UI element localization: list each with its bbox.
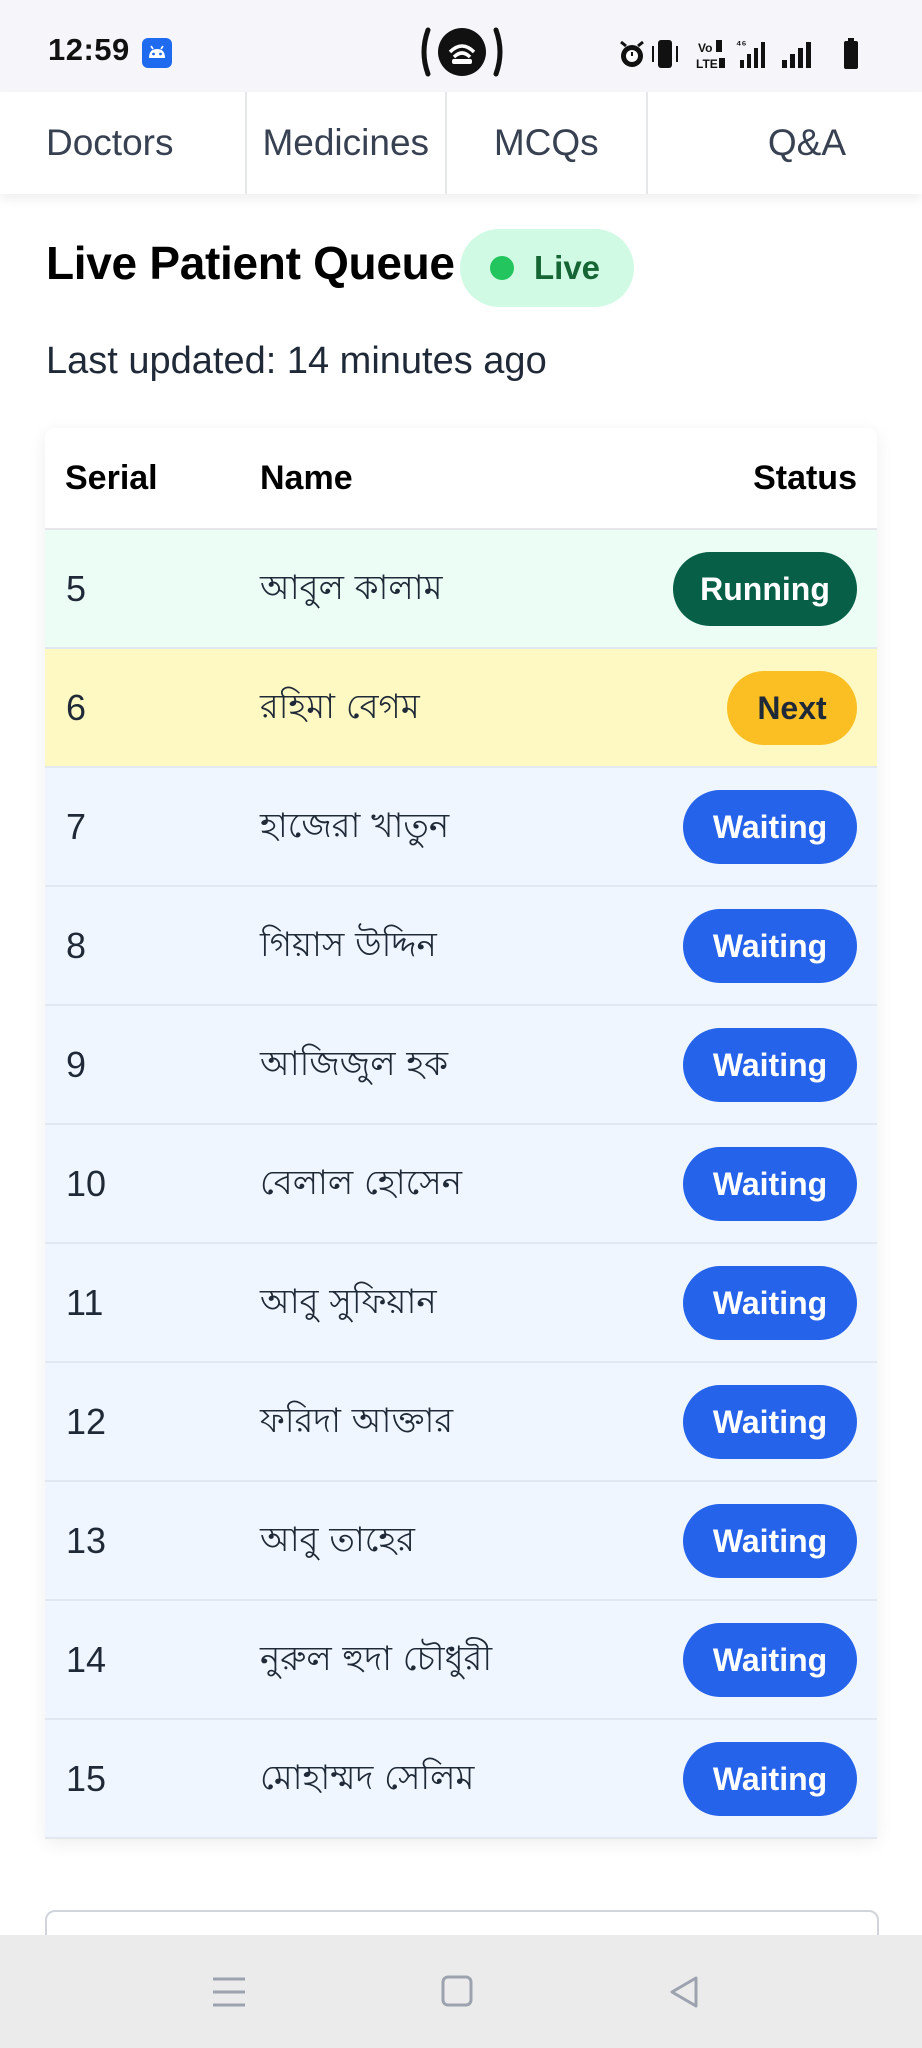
table-row: 8 গিয়াস উদ্দিন Waiting: [45, 887, 877, 1006]
row-patient-name: হাজেরা খাতুন: [260, 806, 450, 846]
system-status-icons: Vo LTE ⁴⁶: [620, 38, 858, 71]
volte-icon: Vo LTE: [696, 40, 725, 71]
table-row: 15 মোহাম্মদ সেলিম Waiting: [45, 1720, 877, 1839]
row-serial: 6: [66, 687, 87, 728]
row-patient-name: রহিমা বেগম: [260, 687, 420, 727]
row-serial: 14: [66, 1639, 107, 1680]
tab-doctors[interactable]: Doctors: [0, 92, 247, 194]
column-header-name: Name: [260, 458, 353, 497]
row-patient-name: আজিজুল হক: [260, 1044, 449, 1084]
system-nav-bar: [0, 1935, 922, 2048]
queue-table: Serial Name Status 5 আবুল কালাম Running 6 রহ…: [45, 428, 877, 1839]
tab-bar: Doctors Medicines MCQs Q&A: [0, 92, 922, 194]
row-serial: 10: [66, 1163, 107, 1204]
row-serial: 12: [66, 1401, 107, 1442]
battery-icon: [844, 38, 858, 69]
svg-text:Vo: Vo: [698, 41, 712, 55]
column-header-status: Status: [753, 458, 857, 497]
row-patient-name: বেলাল হোসেন: [260, 1163, 462, 1203]
live-label: Live: [534, 249, 601, 286]
table-row: 6 রহিমা বেগম Next: [45, 649, 877, 768]
table-row: 14 নুরুল হুদা চৌধুরী Waiting: [45, 1601, 877, 1720]
table-row: 13 আবু তাহের Waiting: [45, 1482, 877, 1601]
table-row: 11 আবু সুফিয়ান Waiting: [45, 1244, 877, 1363]
home-square-icon[interactable]: [441, 1975, 473, 2007]
status-badge-waiting[interactable]: Waiting: [683, 1147, 857, 1221]
row-patient-name: আবু সুফিয়ান: [260, 1282, 437, 1322]
row-serial: 7: [66, 806, 87, 847]
back-triangle-icon[interactable]: [668, 1975, 700, 2009]
status-badge-running[interactable]: Running: [673, 552, 857, 626]
row-serial: 13: [66, 1520, 107, 1561]
table-row: 9 আজিজুল হক Waiting: [45, 1006, 877, 1125]
row-serial: 15: [66, 1758, 107, 1799]
app-notification-icon: [142, 38, 172, 68]
status-badge-waiting[interactable]: Waiting: [683, 909, 857, 983]
row-patient-name: ফরিদা আক্তার: [260, 1401, 454, 1441]
status-badge-waiting[interactable]: Waiting: [683, 1623, 857, 1697]
menu-icon[interactable]: [212, 1976, 246, 2008]
row-serial: 11: [66, 1282, 104, 1323]
vibrate-icon: [652, 40, 678, 68]
status-time: 12:59: [48, 32, 130, 67]
status-bar: 12:59 Vo LTE ⁴⁶: [0, 0, 922, 92]
hotspot-icon: [421, 27, 503, 77]
row-serial: 9: [66, 1044, 87, 1085]
status-badge-waiting[interactable]: Waiting: [683, 1266, 857, 1340]
signal-4g-icon: ⁴⁶: [736, 39, 765, 68]
table-body: 5 আবুল কালাম Running 6 রহিমা বেগম Next 7 হাজেরা…: [45, 530, 877, 1839]
status-badge-waiting[interactable]: Waiting: [683, 1504, 857, 1578]
row-patient-name: নুরুল হুদা চৌধুরী: [260, 1639, 493, 1679]
table-row: 10 বেলাল হোসেন Waiting: [45, 1125, 877, 1244]
page-title: Live Patient Queue: [46, 237, 455, 289]
table-row: 7 হাজেরা খাতুন Waiting: [45, 768, 877, 887]
row-serial: 8: [66, 925, 87, 966]
status-badge-waiting[interactable]: Waiting: [683, 790, 857, 864]
tab-mcqs[interactable]: MCQs: [447, 92, 648, 194]
last-updated-text: Last updated: 14 minutes ago: [46, 340, 547, 382]
status-badge-waiting[interactable]: Waiting: [683, 1028, 857, 1102]
table-header: Serial Name Status: [45, 428, 877, 530]
table-row: 5 আবুল কালাম Running: [45, 530, 877, 649]
status-badge-next[interactable]: Next: [727, 671, 857, 745]
svg-text:⁴⁶: ⁴⁶: [736, 39, 747, 51]
live-badge: Live: [460, 229, 634, 307]
status-badge-waiting[interactable]: Waiting: [683, 1742, 857, 1816]
tab-qa[interactable]: Q&A: [648, 92, 922, 194]
status-badge-waiting[interactable]: Waiting: [683, 1385, 857, 1459]
alarm-icon: [620, 40, 644, 67]
table-row: 12 ফরিদা আক্তার Waiting: [45, 1363, 877, 1482]
column-header-serial: Serial: [65, 458, 158, 497]
row-serial: 5: [66, 568, 87, 609]
signal-icon: [782, 42, 811, 68]
row-patient-name: মোহাম্মদ সেলিম: [260, 1758, 475, 1798]
row-patient-name: গিয়াস উদ্দিন: [260, 925, 437, 965]
row-patient-name: আবুল কালাম: [260, 568, 443, 608]
live-dot-icon: [490, 256, 514, 280]
row-patient-name: আবু তাহের: [260, 1520, 415, 1560]
tab-medicines[interactable]: Medicines: [247, 92, 447, 194]
svg-text:LTE: LTE: [696, 57, 718, 71]
